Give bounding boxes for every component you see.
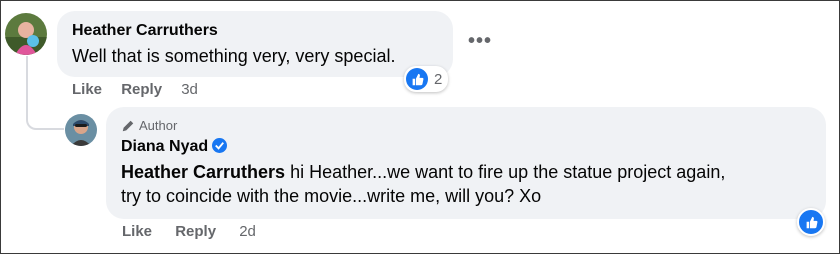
reply-like-button[interactable]: Like	[122, 223, 152, 240]
reply-text-line2: try to coincide with the movie...write m…	[121, 186, 542, 206]
comment-actions: Like Reply 3d	[72, 81, 198, 98]
reply-reply-button[interactable]: Reply	[175, 223, 216, 240]
reply-text: Heather Carruthers hi Heather...we want …	[121, 160, 725, 208]
reply-thread-line	[26, 56, 64, 130]
reply-author-name[interactable]: Diana Nyad	[121, 138, 228, 156]
commenter-avatar[interactable]	[5, 13, 47, 55]
reply-actions: Like Reply 2d	[122, 223, 256, 240]
reply-author-name-text: Diana Nyad	[121, 138, 209, 155]
pencil-icon	[122, 120, 134, 131]
like-button[interactable]: Like	[72, 81, 102, 98]
comment-author-name[interactable]: Heather Carruthers	[72, 22, 218, 40]
author-badge: Author	[121, 118, 177, 133]
mention-link[interactable]: Heather Carruthers	[121, 162, 285, 182]
reply-text-line1: hi Heather...we want to fire up the stat…	[285, 162, 726, 182]
more-options-icon[interactable]: •••	[468, 30, 492, 53]
reply-button[interactable]: Reply	[121, 81, 162, 98]
comment-bubble: Heather Carruthers Well that is somethin…	[57, 11, 453, 77]
reaction-count: 2	[434, 70, 443, 88]
reply-like-reaction-icon[interactable]	[797, 208, 825, 236]
reply-author-avatar[interactable]	[65, 114, 97, 146]
verified-badge-icon	[212, 138, 228, 153]
like-reaction-icon	[406, 68, 428, 90]
reply-timestamp[interactable]: 2d	[239, 223, 256, 240]
author-badge-label: Author	[139, 118, 178, 133]
comment-timestamp[interactable]: 3d	[181, 81, 198, 98]
comment-reaction-count[interactable]: 2	[404, 66, 449, 92]
reply-bubble: Author Diana Nyad Heather Carruthers hi …	[106, 107, 826, 219]
comment-text: Well that is something very, very specia…	[72, 46, 396, 66]
